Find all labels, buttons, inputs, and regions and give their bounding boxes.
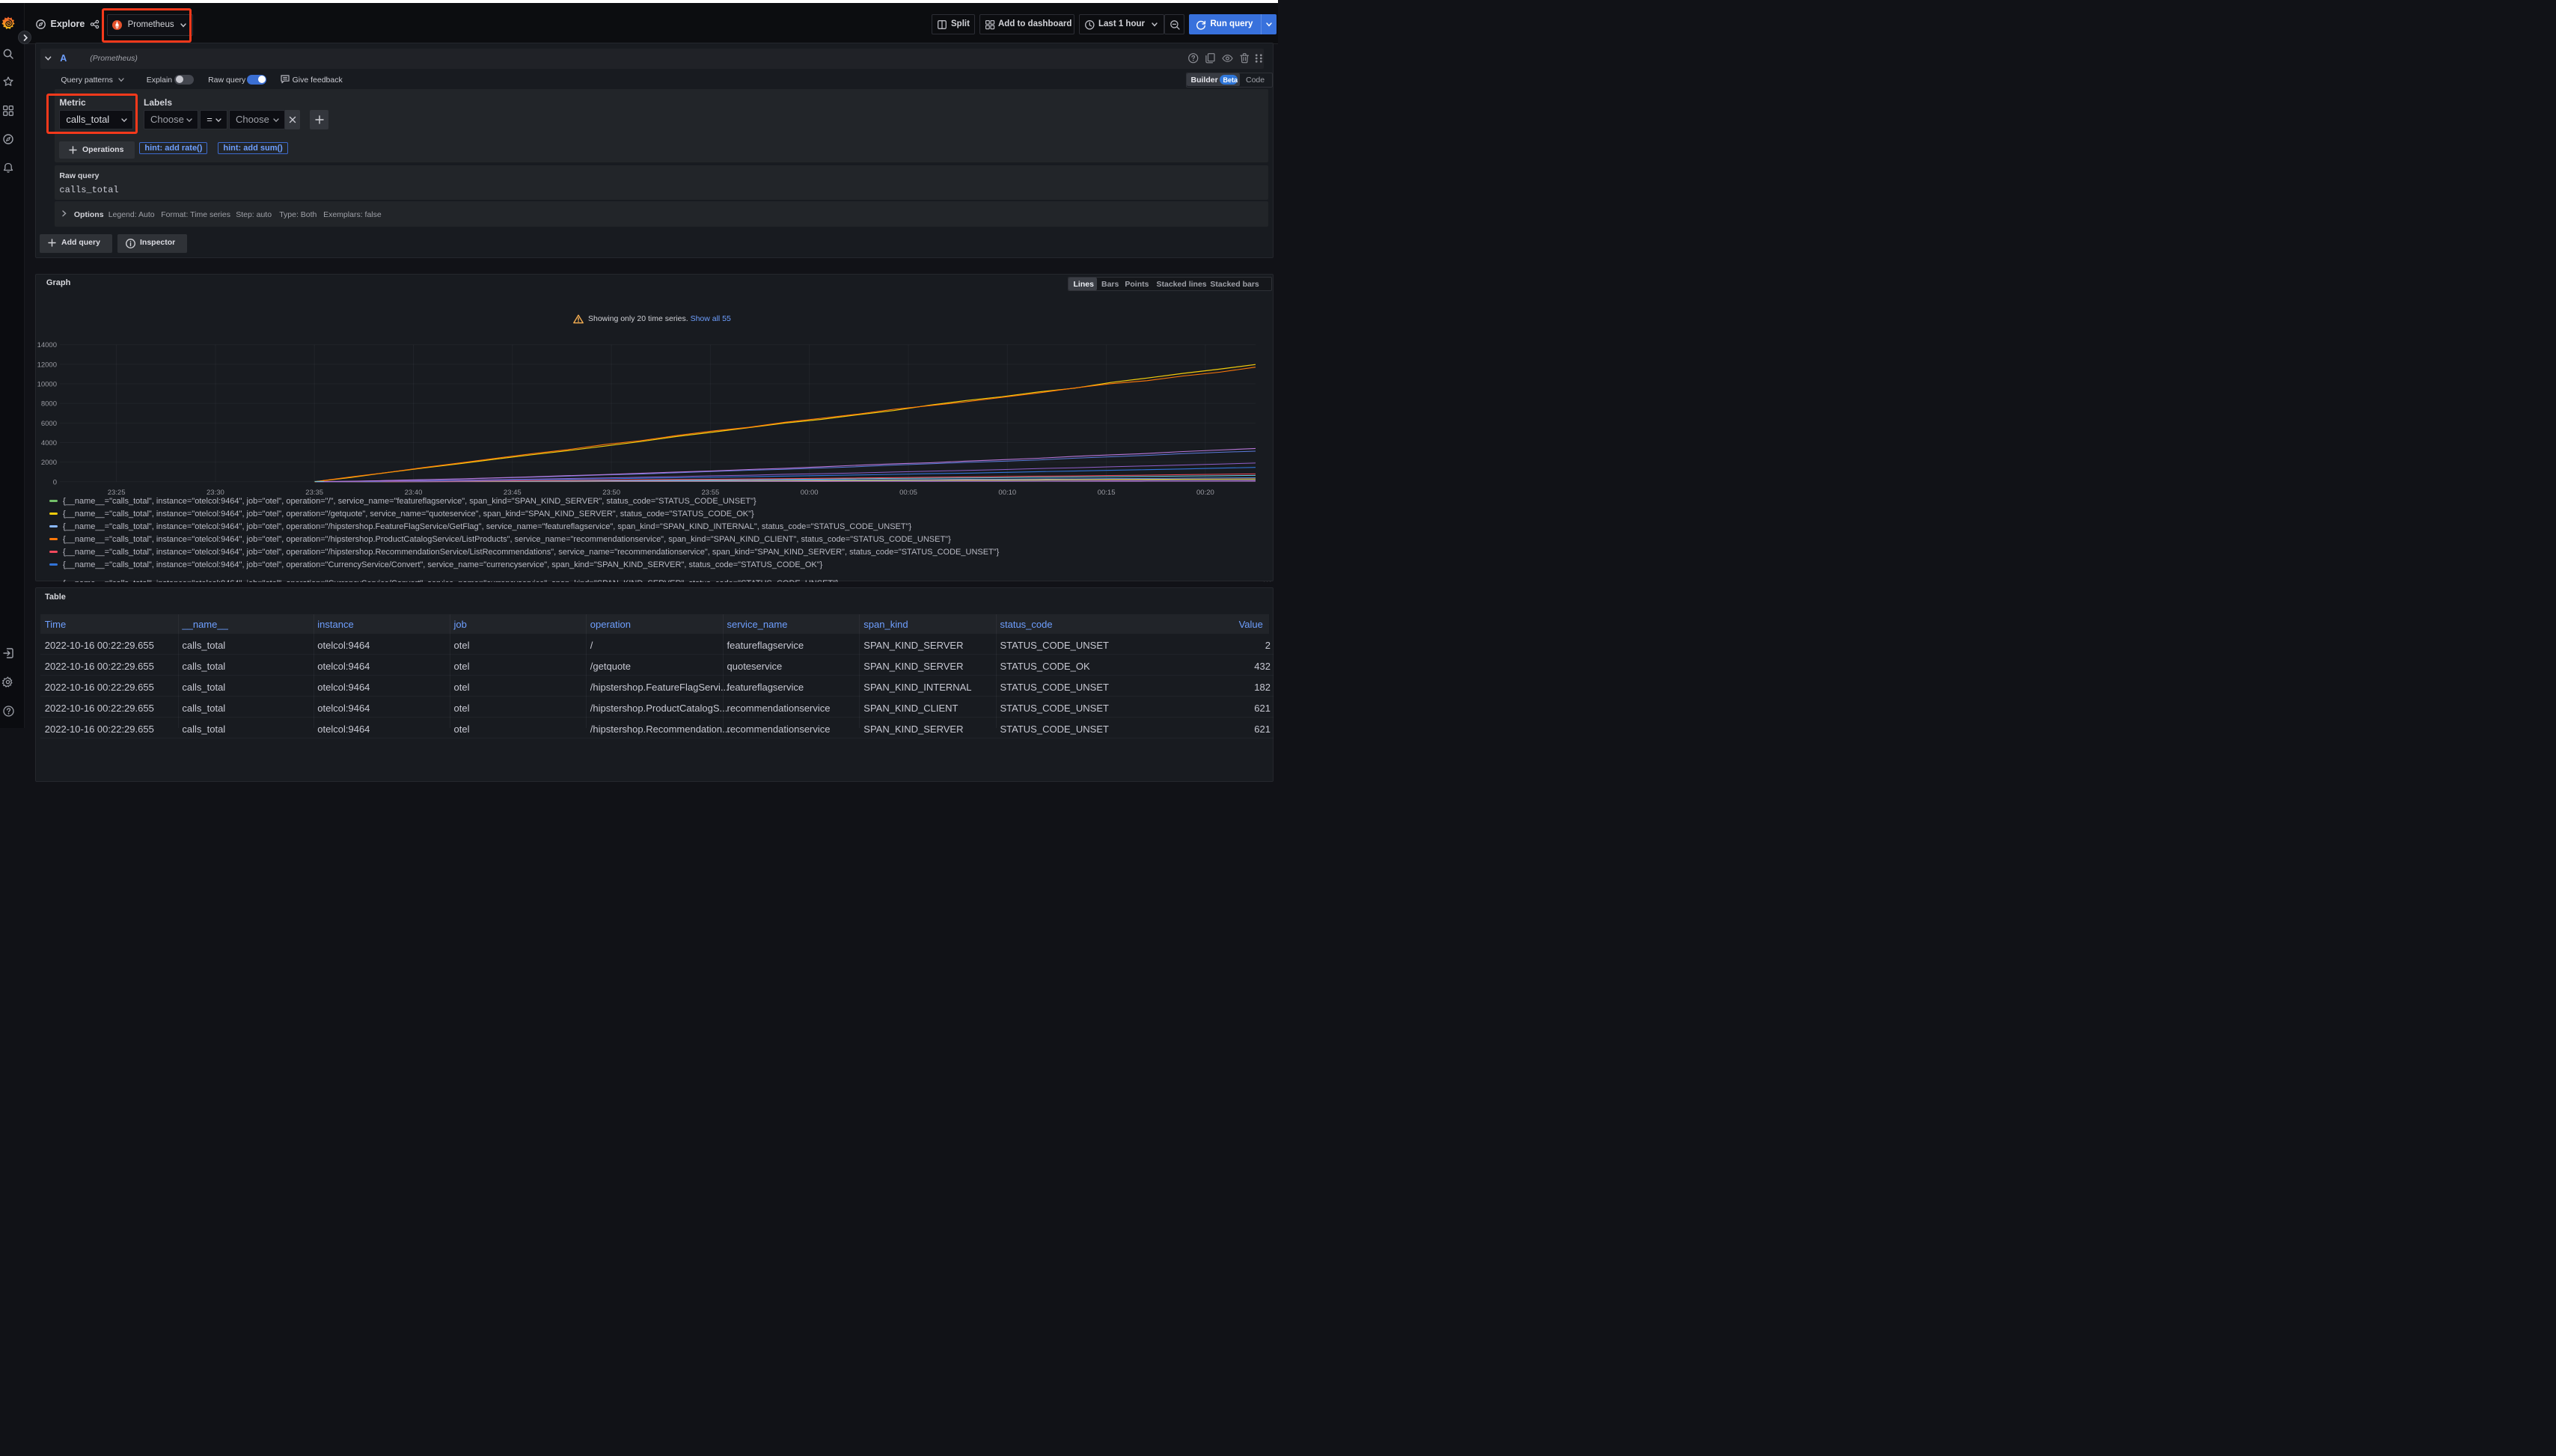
svg-text:6000: 6000 — [41, 420, 57, 428]
svg-text:23:40: 23:40 — [405, 489, 423, 497]
svg-text:00:10: 00:10 — [998, 489, 1016, 497]
svg-text:23:55: 23:55 — [702, 489, 720, 497]
svg-text:00:00: 00:00 — [801, 489, 819, 497]
svg-text:23:35: 23:35 — [305, 489, 323, 497]
svg-text:23:30: 23:30 — [207, 489, 224, 497]
svg-text:23:25: 23:25 — [108, 489, 126, 497]
svg-text:10000: 10000 — [37, 381, 57, 389]
svg-text:23:45: 23:45 — [504, 489, 522, 497]
svg-text:12000: 12000 — [37, 361, 57, 369]
svg-text:23:50: 23:50 — [602, 489, 620, 497]
svg-text:0: 0 — [53, 478, 57, 486]
svg-text:8000: 8000 — [41, 400, 57, 409]
svg-text:00:15: 00:15 — [1098, 489, 1116, 497]
svg-text:4000: 4000 — [41, 439, 57, 447]
svg-text:2000: 2000 — [41, 459, 57, 467]
svg-text:14000: 14000 — [37, 341, 57, 349]
svg-text:00:05: 00:05 — [899, 489, 917, 497]
svg-text:00:20: 00:20 — [1196, 489, 1214, 497]
